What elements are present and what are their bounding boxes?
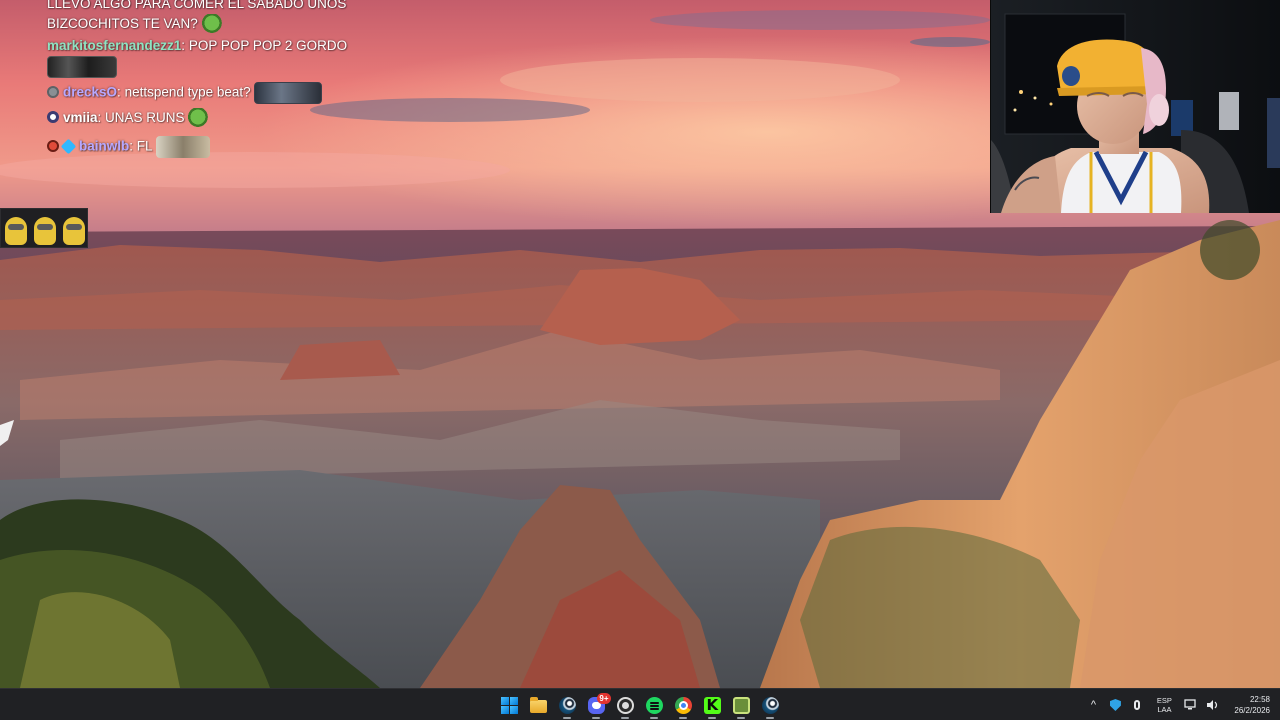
discord-button[interactable]: 9+ (583, 692, 611, 719)
taskbar-app-icons: 9+ (496, 692, 783, 719)
chat-colon: : (181, 38, 189, 53)
chat-username[interactable]: vmiia (63, 110, 98, 125)
minion-icon (34, 217, 56, 245)
chat-colon: : (117, 84, 125, 100)
steam-icon (761, 696, 779, 714)
chat-message-text: FL (136, 138, 153, 154)
kick-icon (703, 696, 721, 714)
show-hidden-icons-chevron-icon[interactable]: ^ (1082, 692, 1104, 718)
language-code: ESP (1156, 696, 1172, 705)
chat-colon: : (129, 138, 137, 154)
system-tray: ^ ESP LAA 22:58 26/2/2026 (1082, 689, 1280, 720)
minion-icon (5, 217, 27, 245)
chat-message: LLEVO ALGO PARA COMER EL SABADO UNOS (47, 0, 407, 14)
minion-icon (63, 217, 85, 245)
security-shield-icon[interactable] (1104, 692, 1126, 718)
spotify-icon (645, 696, 663, 714)
kick-button[interactable] (699, 692, 725, 719)
pepe-frog-emote (201, 14, 224, 35)
chat-username[interactable]: bainwlb (79, 139, 129, 154)
user-badge-icon (47, 111, 59, 123)
user-badge-icon (47, 139, 59, 152)
volume-icon[interactable] (1202, 692, 1224, 718)
chat-username[interactable]: markitosfernandezz1 (47, 38, 181, 53)
chat-message: markitosfernandezz1: POP POP POP 2 GORDO (47, 36, 407, 56)
chrome-button[interactable] (670, 692, 696, 719)
start-button[interactable] (496, 692, 522, 718)
chat-message: vmiia: UNAS RUNS (47, 108, 407, 136)
windows-start-icon (500, 696, 518, 714)
clock-date: 26/2/2026 (1234, 706, 1270, 715)
steam-button[interactable] (554, 692, 580, 719)
steam-button-2[interactable] (757, 692, 783, 719)
windows-taskbar: 9+ ^ ESP LAA (0, 688, 1280, 720)
chat-message: bainwlb: FL (47, 136, 407, 160)
file-explorer-button[interactable] (525, 692, 551, 718)
chrome-icon (674, 696, 692, 714)
stream-chat-overlay: LLEVO ALGO PARA COMER EL SABADO UNOS BIZ… (47, 0, 407, 160)
image-emote (155, 136, 210, 158)
webcam-feed (990, 0, 1280, 213)
image-emote (47, 56, 117, 78)
chat-username[interactable]: drecksO (63, 85, 117, 100)
user-badge-icon (47, 85, 59, 98)
pepe-frog-emote (188, 108, 211, 129)
chat-message-text: LLEVO ALGO PARA COMER EL SABADO UNOS (47, 0, 347, 11)
obs-button[interactable] (612, 692, 638, 719)
steam-icon (558, 696, 576, 714)
microphone-icon[interactable] (1126, 692, 1148, 718)
chat-colon: : (97, 110, 106, 125)
chat-message-text: POP POP POP 2 GORDO (188, 38, 348, 53)
discord-icon: 9+ (587, 692, 611, 714)
network-icon[interactable] (1180, 692, 1202, 718)
folder-icon (529, 697, 547, 713)
obs-icon (616, 696, 634, 714)
chat-emote-row (47, 56, 407, 82)
game-icon (732, 696, 750, 714)
spotify-button[interactable] (641, 692, 667, 719)
chat-message: drecksO: nettspend type beat? (47, 82, 407, 108)
taskbar-clock[interactable]: 22:58 26/2/2026 (1234, 694, 1270, 716)
chat-message-text: BIZCOCHITOS TE VAN? (47, 16, 198, 31)
diamond-badge-icon (60, 138, 77, 154)
chat-message-text: nettspend type beat? (124, 84, 251, 100)
game-button[interactable] (728, 692, 754, 719)
clock-time: 22:58 (1249, 695, 1270, 704)
chat-message: BIZCOCHITOS TE VAN? (47, 14, 407, 36)
minions-emote-overlay (0, 208, 88, 248)
notification-badge: 9+ (597, 692, 611, 704)
chat-message-text: UNAS RUNS (105, 110, 185, 125)
image-emote (254, 82, 323, 104)
input-language-indicator[interactable]: ESP LAA (1151, 696, 1177, 714)
keyboard-layout-code: LAA (1157, 705, 1172, 714)
